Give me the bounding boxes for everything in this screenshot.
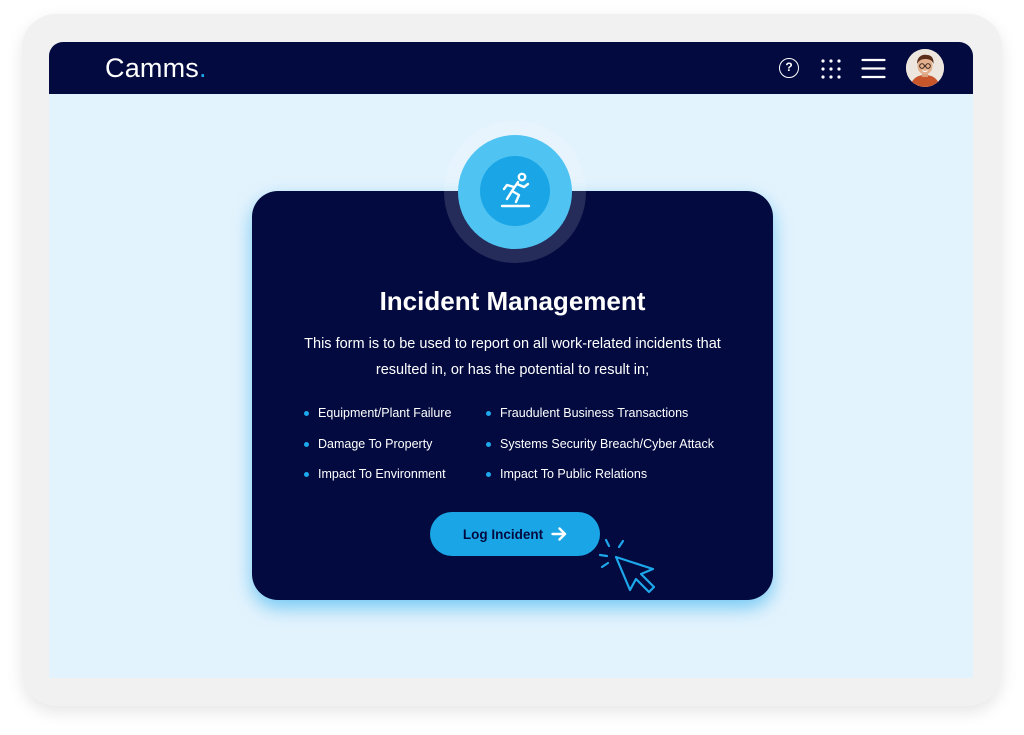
bullet-icon <box>304 472 309 477</box>
list-item-label: Fraudulent Business Transactions <box>500 406 689 420</box>
list-item: Impact To Environment <box>304 467 451 498</box>
list-item-label: Impact To Environment <box>318 467 446 481</box>
hamburger-menu-icon[interactable] <box>861 58 886 79</box>
list-item: Fraudulent Business Transactions <box>486 406 714 437</box>
log-incident-button[interactable]: Log Incident <box>430 512 600 556</box>
card-description: This form is to be used to report on all… <box>304 336 721 378</box>
list-item-label: Equipment/Plant Failure <box>318 406 452 420</box>
list-item-label: Systems Security Breach/Cyber Attack <box>500 436 714 451</box>
list-item-label: Damage To Property <box>318 436 433 451</box>
arrow-right-icon <box>551 527 567 541</box>
help-icon[interactable]: ? <box>779 58 799 78</box>
avatar-portrait-icon <box>906 49 944 87</box>
incident-types-left: Equipment/Plant Failure Damage To Proper… <box>304 406 451 498</box>
bullet-icon <box>486 411 491 416</box>
list-item-label: Impact To Public Relations <box>500 467 648 481</box>
bullet-icon <box>304 441 309 447</box>
bullet-icon <box>304 411 309 416</box>
logo-text: Camms <box>105 53 199 83</box>
logo-dot: . <box>199 53 207 83</box>
incident-types-right: Fraudulent Business Transactions Systems… <box>486 406 714 498</box>
falling-person-icon <box>500 172 531 208</box>
user-avatar[interactable] <box>906 49 944 87</box>
list-item: Equipment/Plant Failure <box>304 406 451 437</box>
list-item: Damage To Property <box>304 437 451 468</box>
list-item: Systems Security Breach/Cyber Attack <box>486 437 714 468</box>
log-incident-label: Log Incident <box>462 526 544 542</box>
card-title: Incident Management <box>379 286 646 316</box>
list-item: Impact To Public Relations <box>486 467 714 498</box>
pointer-click-icon <box>598 538 656 594</box>
apps-grid-icon[interactable] <box>820 58 842 80</box>
camms-logo[interactable]: Camms. <box>105 53 207 84</box>
bullet-icon <box>486 472 491 477</box>
top-navigation-bar: Camms. ? <box>49 42 973 94</box>
bullet-icon <box>486 441 491 447</box>
